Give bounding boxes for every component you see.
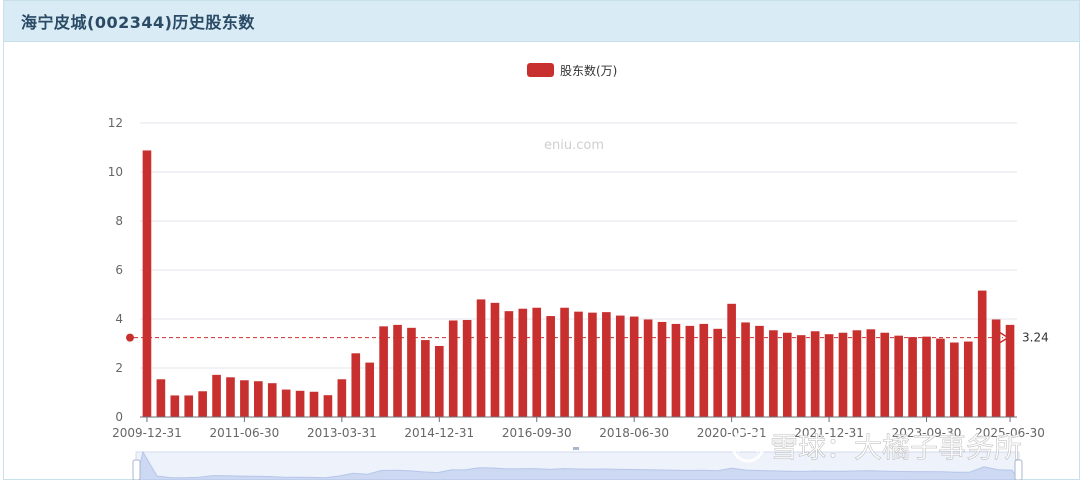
bar — [170, 395, 180, 417]
bar — [295, 390, 305, 417]
bar — [810, 331, 820, 417]
bar — [560, 307, 569, 417]
bar — [156, 379, 166, 417]
bar — [240, 380, 249, 417]
y-tick-label: 6 — [115, 263, 123, 277]
bar — [838, 332, 848, 417]
bar — [894, 335, 903, 417]
bar — [713, 328, 723, 417]
bar — [351, 353, 361, 417]
bar — [782, 332, 792, 417]
bar — [421, 340, 430, 417]
bar — [434, 345, 444, 417]
x-tick-label: 2009-12-31 — [112, 426, 182, 440]
mark-line-label: 3.24 — [1022, 331, 1049, 345]
x-tick-label: 2016-09-30 — [502, 426, 572, 440]
y-tick-label: 10 — [108, 165, 123, 179]
bar — [393, 324, 402, 417]
bar — [504, 311, 514, 417]
chart-watermark: eniu.com — [544, 138, 604, 153]
bar — [323, 395, 333, 417]
y-tick-label: 0 — [115, 410, 123, 424]
bar — [365, 362, 375, 417]
bar — [198, 391, 207, 417]
bar — [267, 383, 277, 417]
legend[interactable]: 股东数(万) — [527, 63, 617, 78]
bar — [142, 150, 152, 417]
bar — [532, 307, 542, 417]
bar — [462, 319, 472, 417]
legend-swatch[interactable] — [527, 63, 554, 77]
bar — [852, 330, 862, 417]
y-tick-label: 4 — [115, 312, 123, 326]
bar — [602, 312, 611, 417]
bar — [337, 379, 347, 417]
zoom-handle-left[interactable] — [132, 459, 141, 480]
bar — [908, 337, 917, 417]
bar — [588, 312, 597, 417]
shareholder-bar-chart: 股东数(万) eniu.com 0 2 4 6 8 10 12 2009-12-31 2011-… — [108, 63, 1049, 480]
brand-watermark-text: 雪球：大橘子事务所 — [770, 431, 1022, 464]
x-tick-label: 2011-06-30 — [210, 426, 280, 440]
bar — [866, 329, 876, 417]
bar — [657, 321, 667, 417]
bar — [574, 311, 583, 417]
x-tick-label: 2013-03-31 — [307, 426, 377, 440]
bar — [741, 322, 750, 417]
bar — [685, 325, 695, 417]
bar — [755, 325, 764, 417]
bar — [546, 316, 555, 417]
bar — [936, 338, 945, 417]
bar — [963, 341, 973, 417]
bar — [226, 377, 235, 417]
bar — [991, 319, 1001, 417]
y-tick-label: 2 — [115, 361, 123, 375]
bar — [490, 302, 500, 417]
brand-watermark: 雪球：大橘子事务所 — [731, 429, 1022, 464]
bar — [254, 381, 263, 417]
y-tick-label: 12 — [108, 116, 123, 130]
mark-line-start-dot — [126, 333, 134, 342]
bar — [824, 334, 834, 417]
bar — [184, 395, 194, 417]
bar — [518, 308, 528, 417]
bar — [281, 389, 291, 417]
y-tick-label: 8 — [115, 214, 123, 228]
bar — [880, 332, 890, 417]
bar — [977, 290, 987, 417]
bar — [922, 336, 931, 417]
bar — [476, 299, 486, 417]
bar — [950, 342, 959, 417]
bar — [643, 319, 653, 417]
bar — [769, 330, 778, 417]
x-tick-label: 2018-06-30 — [599, 426, 669, 440]
bar — [309, 391, 319, 417]
x-tick-label: 2014-12-31 — [404, 426, 474, 440]
bar — [448, 320, 458, 417]
bar — [629, 316, 639, 417]
bars — [142, 150, 1015, 417]
bar — [407, 327, 416, 417]
bar — [379, 326, 388, 417]
zoom-drag-grip-icon[interactable] — [573, 447, 579, 450]
bar — [796, 335, 806, 417]
bar — [727, 303, 736, 417]
bar — [615, 315, 625, 417]
bar — [212, 374, 221, 417]
legend-label[interactable]: 股东数(万) — [560, 63, 617, 78]
